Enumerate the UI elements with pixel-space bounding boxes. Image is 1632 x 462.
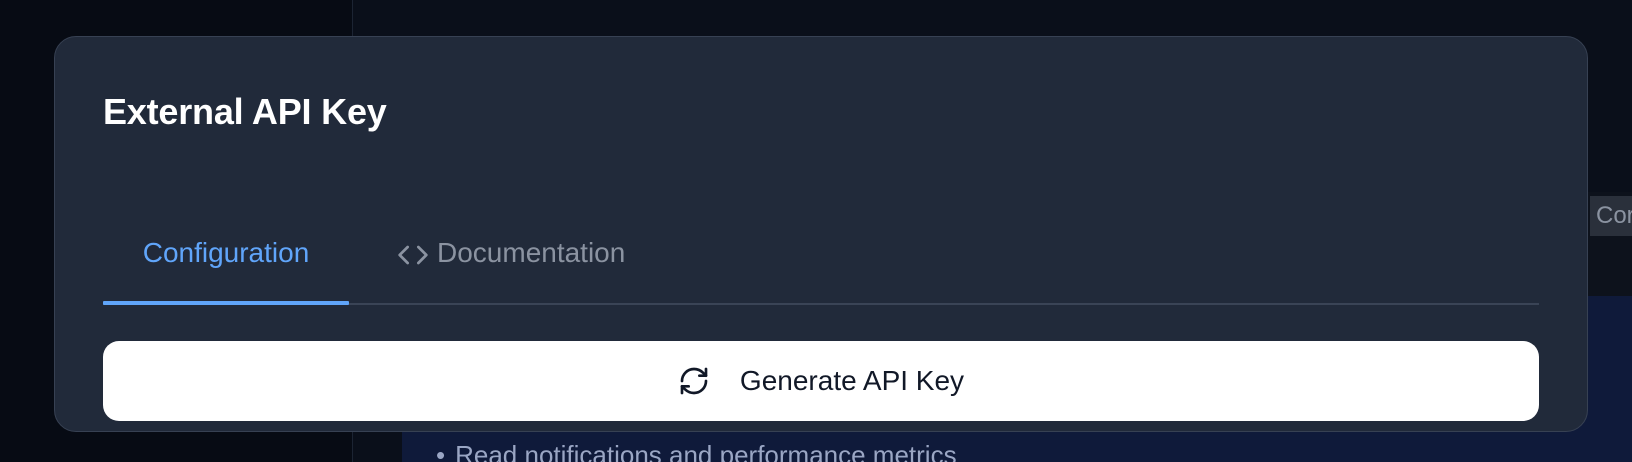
- tab-configuration[interactable]: Configuration: [103, 211, 349, 305]
- background-chip: Cor: [1590, 196, 1632, 236]
- page-backdrop: Cor Read notifications and performance m…: [0, 0, 1632, 462]
- api-key-modal: External API Key Configuration Documenta…: [54, 36, 1588, 432]
- code-icon: [398, 245, 428, 265]
- generate-api-key-label: Generate API Key: [739, 365, 965, 396]
- refresh-icon: [680, 367, 708, 395]
- modal-title: External API Key: [103, 91, 387, 132]
- modal-tabs: Configuration Documentation: [103, 211, 1539, 305]
- tab-documentation-label: Documentation: [437, 237, 626, 268]
- background-bullet-item: Read notifications and performance metri…: [436, 440, 956, 462]
- tab-configuration-label: Configuration: [142, 237, 310, 268]
- tab-documentation[interactable]: Documentation: [397, 211, 625, 303]
- generate-api-key-button[interactable]: Generate API Key: [103, 341, 1539, 421]
